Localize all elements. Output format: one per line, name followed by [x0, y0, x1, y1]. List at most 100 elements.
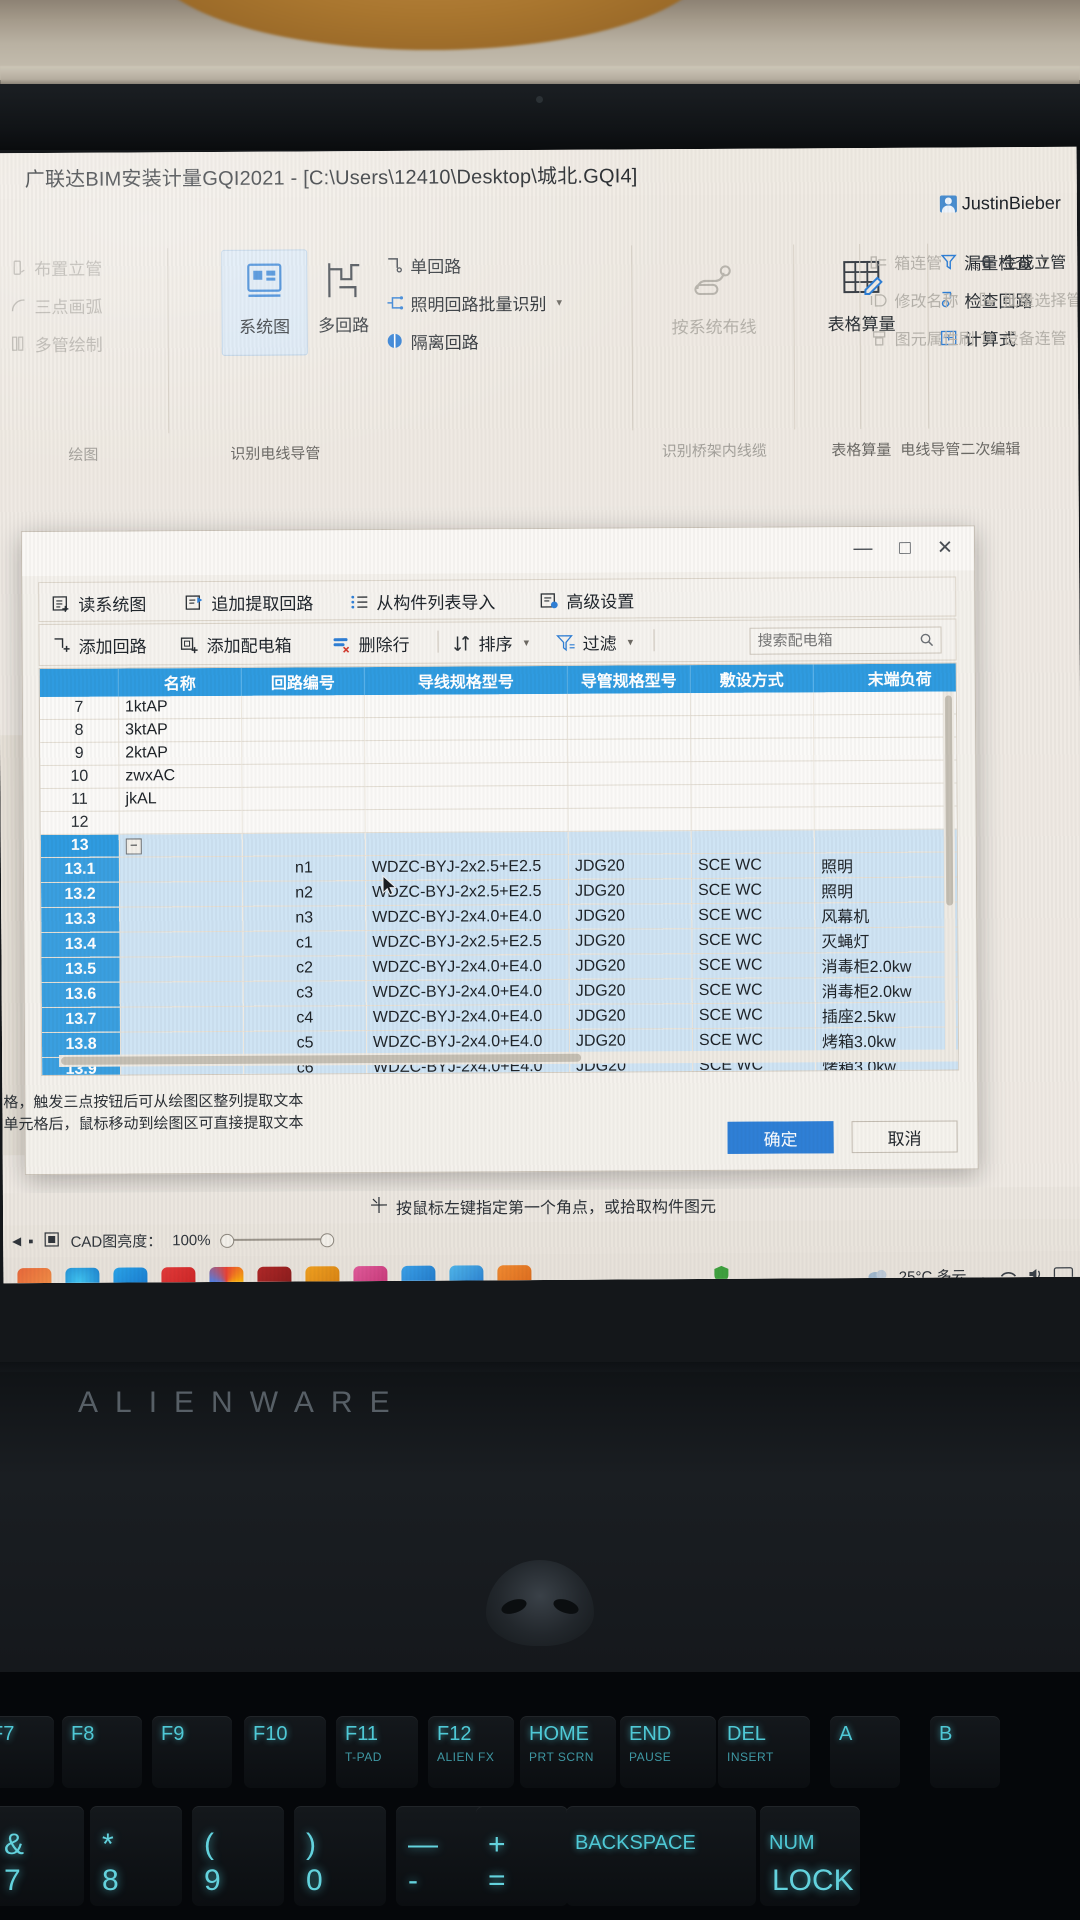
- cell-wire-spec[interactable]: WDZC-BYJ-2x2.5+E2.5: [365, 929, 569, 956]
- cell-name[interactable]: [119, 906, 243, 933]
- photos-icon[interactable]: [401, 1265, 436, 1284]
- scroll-thumb[interactable]: [61, 1053, 582, 1065]
- cell-laying-method[interactable]: SCE WC: [691, 952, 816, 979]
- cell-wire-spec[interactable]: WDZC-BYJ-2x4.0+E4.0: [365, 954, 570, 981]
- toolbar-button-read-system-diagram[interactable]: 读系统图: [51, 590, 146, 616]
- row-number[interactable]: 8: [40, 719, 119, 743]
- cell-wire-spec[interactable]: [365, 831, 569, 856]
- chevron-down-icon[interactable]: ▾: [556, 296, 562, 309]
- cell-name[interactable]: 2ktAP: [118, 741, 242, 766]
- start-icon[interactable]: [17, 1267, 52, 1284]
- dialog-minimize-button[interactable]: —: [848, 538, 878, 561]
- cell-wire-spec[interactable]: [365, 808, 569, 833]
- cad-icon[interactable]: [257, 1266, 292, 1284]
- cell-circuit-number[interactable]: [241, 763, 365, 788]
- toolbar-button-import-from-component-list[interactable]: 从构件列表导入: [349, 588, 495, 614]
- cell-name[interactable]: [119, 956, 244, 983]
- toolbar-button-add-circuit[interactable]: 添加回路: [51, 632, 147, 658]
- cell-circuit-number[interactable]: [241, 786, 366, 811]
- cell-laying-method[interactable]: [691, 806, 815, 831]
- cell-terminal-load[interactable]: 消毒柜2.0kw: [815, 976, 960, 1003]
- ribbon-item-three-point-arc[interactable]: 三点画弧: [9, 293, 103, 319]
- cell-name[interactable]: [120, 981, 244, 1008]
- row-number[interactable]: 13.5: [41, 957, 121, 983]
- key-del[interactable]: DEL INSERT: [718, 1716, 810, 1788]
- cell-circuit-number[interactable]: c1: [242, 930, 366, 957]
- cell-laying-method[interactable]: [690, 714, 814, 739]
- dialog-maximize-button[interactable]: □: [890, 538, 920, 561]
- cell-conduit-spec[interactable]: [567, 715, 691, 740]
- cell-circuit-number[interactable]: c3: [243, 980, 367, 1007]
- cell-terminal-load[interactable]: [813, 691, 960, 715]
- cell-name[interactable]: [119, 810, 243, 835]
- ribbon-button-system-diagram[interactable]: 系统图: [221, 249, 308, 356]
- key-f10[interactable]: F10: [244, 1716, 326, 1788]
- cell-conduit-spec[interactable]: JDG20: [569, 978, 693, 1005]
- circuit-table[interactable]: 名称 回路编号 导线规格型号 导管规格型号 敷设方式 末端负荷 对应 71ktA…: [38, 662, 960, 1077]
- slider-minus-button[interactable]: [220, 1233, 235, 1248]
- search-icon[interactable]: [920, 633, 934, 647]
- cell-laying-method[interactable]: SCE WC: [691, 877, 815, 904]
- cell-name[interactable]: [119, 931, 243, 958]
- netease-music-icon[interactable]: [161, 1267, 196, 1284]
- cell-laying-method[interactable]: [690, 737, 814, 762]
- cell-conduit-spec[interactable]: JDG20: [568, 928, 692, 955]
- cell-conduit-spec[interactable]: [568, 807, 692, 832]
- ribbon-item-lighting-batch-recognize[interactable]: 照明回路批量识别 ▾: [385, 290, 562, 316]
- table-header-load[interactable]: 末端负荷: [813, 663, 960, 693]
- cell-laying-method[interactable]: SCE WC: [691, 927, 815, 954]
- row-number[interactable]: 10: [40, 765, 119, 789]
- cell-terminal-load[interactable]: [813, 736, 960, 761]
- key-f8[interactable]: F8: [62, 1716, 142, 1788]
- cell-name[interactable]: [119, 881, 243, 908]
- cell-wire-spec[interactable]: WDZC-BYJ-2x4.0+E4.0: [365, 904, 569, 931]
- row-number[interactable]: 13.7: [41, 1007, 121, 1033]
- chevron-down-icon[interactable]: ▾: [628, 635, 634, 648]
- ribbon-item-property-brush[interactable]: 图元属性刷: [870, 325, 975, 350]
- row-number[interactable]: 9: [40, 742, 119, 766]
- key-end[interactable]: END PAUSE: [620, 1716, 716, 1788]
- cell-wire-spec[interactable]: [364, 785, 569, 810]
- ribbon-item-rename[interactable]: 修改名称: [869, 287, 959, 312]
- search-input[interactable]: [750, 627, 910, 654]
- cell-circuit-number[interactable]: n1: [242, 855, 366, 882]
- cell-laying-method[interactable]: SCE WC: [691, 902, 815, 929]
- cell-terminal-load[interactable]: 照明: [814, 876, 960, 903]
- cell-circuit-number[interactable]: [241, 695, 365, 719]
- ribbon-item-batch-select-pipe[interactable]: 批量选择管: [977, 287, 1080, 312]
- cell-circuit-number[interactable]: [242, 809, 366, 834]
- cell-wire-spec[interactable]: [364, 716, 568, 741]
- cell-circuit-number[interactable]: n3: [242, 905, 366, 932]
- cell-conduit-spec[interactable]: JDG20: [568, 953, 693, 980]
- table-header-conduit[interactable]: 导管规格型号: [567, 665, 691, 694]
- table-header-name[interactable]: 名称: [118, 667, 242, 697]
- cell-conduit-spec[interactable]: [567, 761, 691, 786]
- search-distribution-box-field[interactable]: [749, 626, 942, 655]
- toolbar-button-advanced-settings[interactable]: 高级设置: [539, 587, 634, 613]
- cell-circuit-number[interactable]: c4: [243, 1005, 367, 1032]
- layer-icon[interactable]: [43, 1230, 60, 1251]
- toolbar-button-filter[interactable]: 过滤 ▾: [555, 629, 633, 654]
- key-a[interactable]: A: [830, 1716, 900, 1788]
- cell-laying-method[interactable]: [690, 692, 814, 716]
- cell-name[interactable]: 1ktAP: [118, 695, 242, 720]
- cell-conduit-spec[interactable]: [567, 738, 691, 763]
- toolbar-button-append-extract-circuit[interactable]: 追加提取回路: [184, 589, 313, 615]
- table-header-wire[interactable]: 导线规格型号: [364, 665, 568, 696]
- key-f7[interactable]: F7: [0, 1716, 54, 1788]
- ribbon-item-multi-pipe-draw[interactable]: 多管绘制: [10, 331, 103, 357]
- cad-brightness-slider[interactable]: [220, 1233, 335, 1248]
- cell-name[interactable]: 3ktAP: [118, 718, 242, 743]
- cell-circuit-number[interactable]: [241, 717, 365, 742]
- ribbon-button-multi-circuit[interactable]: 多回路: [301, 249, 386, 354]
- key-f12[interactable]: F12 ALIEN FX: [428, 1716, 514, 1788]
- cell-conduit-spec[interactable]: JDG20: [568, 853, 692, 880]
- cell-wire-spec[interactable]: [364, 739, 568, 764]
- ribbon-button-route-by-system[interactable]: 按系统布线: [671, 251, 757, 352]
- user-account[interactable]: JustinBieber: [939, 193, 1061, 215]
- cell-name[interactable]: −: [119, 833, 243, 858]
- cell-terminal-load[interactable]: [814, 805, 960, 830]
- row-number[interactable]: 13.4: [41, 932, 120, 958]
- cell-laying-method[interactable]: [690, 760, 814, 785]
- row-number[interactable]: 13.3: [41, 907, 120, 933]
